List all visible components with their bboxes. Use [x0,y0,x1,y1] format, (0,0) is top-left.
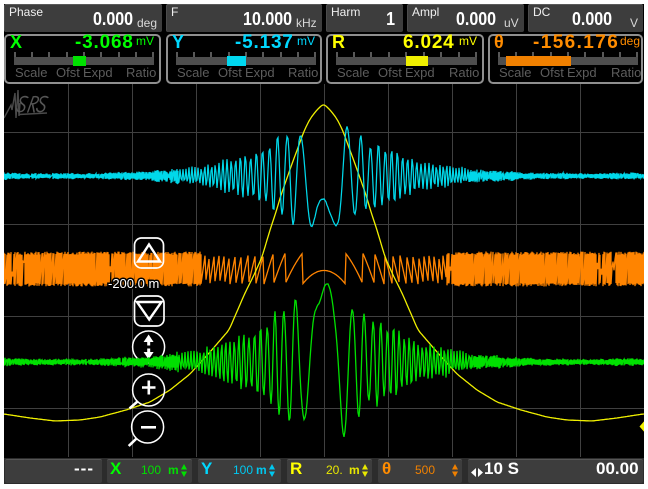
svg-text:-200.0 m: -200.0 m [108,276,159,291]
